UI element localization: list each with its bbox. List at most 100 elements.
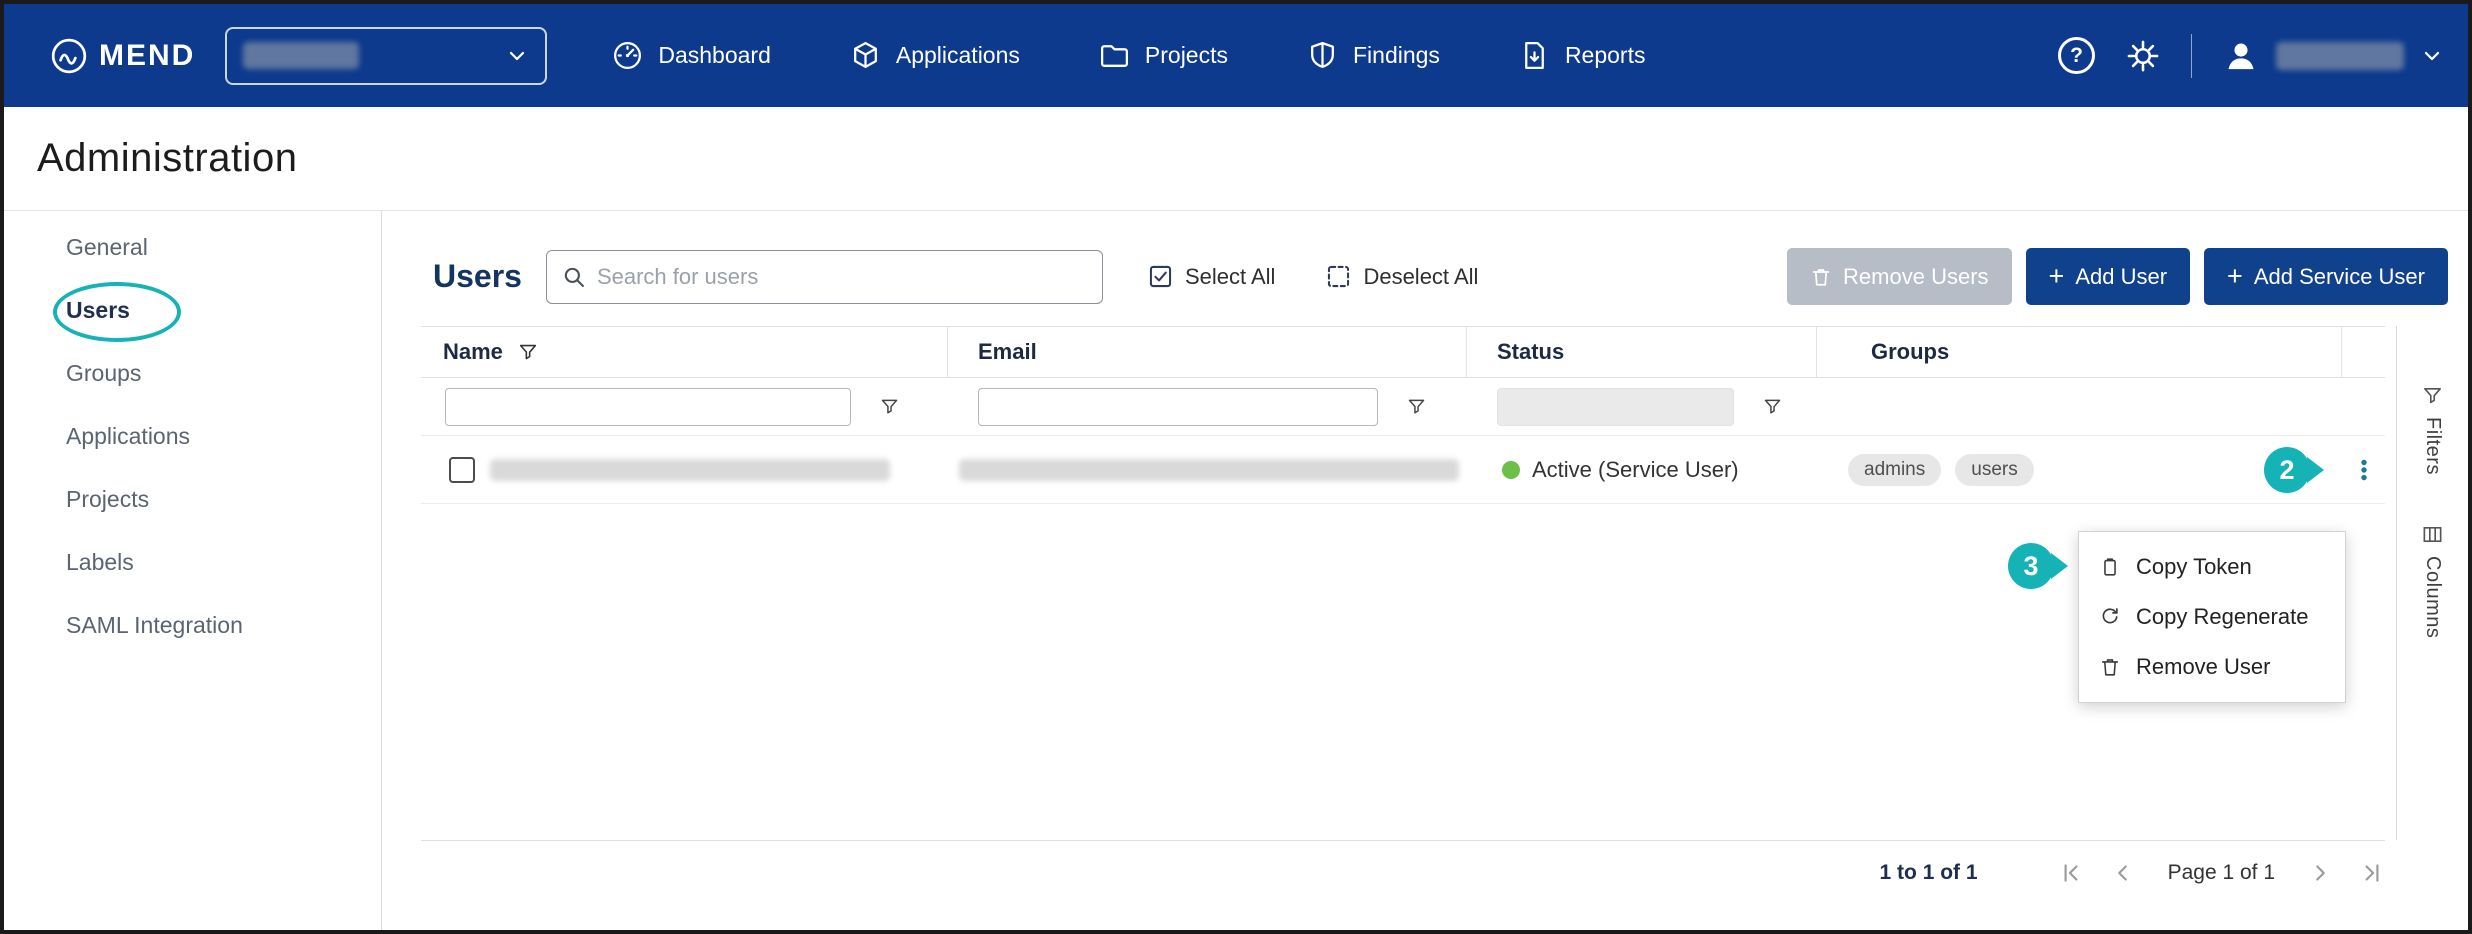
status-filter-input[interactable] [1497,388,1734,426]
name-filter-input[interactable] [445,388,851,426]
sidebar-item-label: SAML Integration [66,612,243,639]
nav-item-findings[interactable]: Findings [1306,39,1440,72]
top-navbar: MEND Dashboard Appli [4,4,2468,107]
gear-icon[interactable] [2125,38,2161,74]
nav-item-applications[interactable]: Applications [849,39,1020,72]
navbar-right-controls: ? [2058,34,2444,78]
last-page-icon[interactable] [2359,860,2385,886]
page-body: General Users Groups Applications Projec… [4,211,2468,930]
clipboard-icon [2099,556,2121,578]
nav-label: Dashboard [658,42,771,69]
page-header: Administration [4,107,2468,211]
nav-item-dashboard[interactable]: Dashboard [611,39,771,72]
add-user-button[interactable]: + Add User [2026,248,2191,305]
sidebar-item-users[interactable]: Users [4,279,381,342]
column-header-name[interactable]: Name [443,339,503,365]
pagination-page-label: Page 1 of 1 [2168,861,2275,885]
row-actions-kebab-icon[interactable] [2351,457,2377,483]
menu-item-copy-token[interactable]: Copy Token [2079,542,2345,592]
next-page-icon[interactable] [2307,860,2333,886]
columns-tab[interactable]: Columns [2421,523,2444,638]
user-avatar-icon [2222,37,2260,75]
email-filter-input[interactable] [978,388,1378,426]
menu-item-copy-regenerate[interactable]: Copy Regenerate [2079,592,2345,642]
step-2-arrow [2307,457,2324,483]
column-header-groups[interactable]: Groups [1871,339,1949,365]
pagination-controls: Page 1 of 1 [2058,860,2385,886]
help-icon[interactable]: ? [2058,37,2095,74]
column-header-email[interactable]: Email [978,339,1037,365]
first-page-icon[interactable] [2058,860,2084,886]
status-active-dot [1502,461,1520,479]
table-filter-row [421,378,2385,436]
group-badge: admins [1848,454,1941,486]
organization-name-redacted [243,42,359,69]
user-account-menu[interactable] [2222,37,2444,75]
nav-item-projects[interactable]: Projects [1098,39,1228,72]
sidebar-item-labels[interactable]: Labels [4,531,381,594]
status-filter-funnel-icon[interactable] [1762,396,1783,417]
add-service-user-button[interactable]: + Add Service User [2204,248,2448,305]
nav-label: Applications [896,42,1020,69]
pagination: 1 to 1 of 1 Page 1 of 1 [421,840,2385,904]
group-badge: users [1955,454,2033,486]
sidebar-item-general[interactable]: General [4,216,381,279]
mend-logo[interactable]: MEND [50,37,195,75]
plus-icon: + [2049,261,2065,292]
name-filter-funnel-icon[interactable] [879,396,900,417]
checkbox-checked-icon [1147,263,1174,290]
table-header-row: Name Email Status Groups [421,326,2385,378]
right-rail: Filters Columns [2396,326,2468,840]
users-section-title: Users [433,258,522,295]
step-2-number: 2 [2279,455,2294,486]
sidebar-item-saml-integration[interactable]: SAML Integration [4,594,381,657]
app-window: MEND Dashboard Appli [0,0,2472,934]
sidebar-item-label: Groups [66,360,141,387]
sidebar-item-groups[interactable]: Groups [4,342,381,405]
nav-label: Findings [1353,42,1440,69]
deselect-all-button[interactable]: Deselect All [1325,263,1478,290]
sidebar-item-projects[interactable]: Projects [4,468,381,531]
users-table: Name Email Status Groups [421,326,2385,504]
brand-name: MEND [99,39,195,73]
previous-page-icon[interactable] [2110,860,2136,886]
row-checkbox[interactable] [449,457,475,483]
sidebar-item-label: Applications [66,423,190,450]
name-filter-icon[interactable] [517,341,539,363]
chevron-down-icon [2420,44,2444,68]
step-3-number: 3 [2023,551,2038,582]
columns-tab-label: Columns [2421,556,2444,638]
search-icon [561,264,587,290]
filters-tab-label: Filters [2421,417,2444,475]
remove-users-button[interactable]: Remove Users [1787,248,2011,305]
organization-dropdown[interactable] [225,27,547,85]
menu-item-remove-user[interactable]: Remove User [2079,642,2345,692]
select-all-button[interactable]: Select All [1147,263,1276,290]
add-service-user-label: Add Service User [2254,264,2425,290]
applications-icon [849,39,882,72]
toolbar-buttons: Remove Users + Add User + Add Service Us… [1787,248,2448,305]
nav-item-reports[interactable]: Reports [1518,39,1646,72]
navbar-divider [2191,34,2192,78]
admin-sidebar: General Users Groups Applications Projec… [4,211,382,930]
reports-icon [1518,39,1551,72]
nav-label: Reports [1565,42,1646,69]
email-filter-funnel-icon[interactable] [1406,396,1427,417]
add-user-label: Add User [2075,264,2167,290]
page-title: Administration [37,136,297,181]
select-all-label: Select All [1185,264,1276,290]
username-redacted [2276,42,2404,70]
menu-item-label: Copy Token [2136,554,2252,580]
sidebar-item-label: Labels [66,549,134,576]
search-users-box[interactable] [546,250,1103,304]
search-input[interactable] [597,264,1088,290]
remove-users-label: Remove Users [1843,264,1988,290]
columns-icon [2421,523,2444,546]
row-context-menu: Copy Token Copy Regenerate Remove User [2078,531,2346,703]
user-email-redacted [959,459,1459,481]
filters-tab[interactable]: Filters [2421,384,2444,475]
sidebar-item-label: Users [66,297,130,324]
projects-icon [1098,39,1131,72]
column-header-status[interactable]: Status [1497,339,1564,365]
sidebar-item-applications[interactable]: Applications [4,405,381,468]
